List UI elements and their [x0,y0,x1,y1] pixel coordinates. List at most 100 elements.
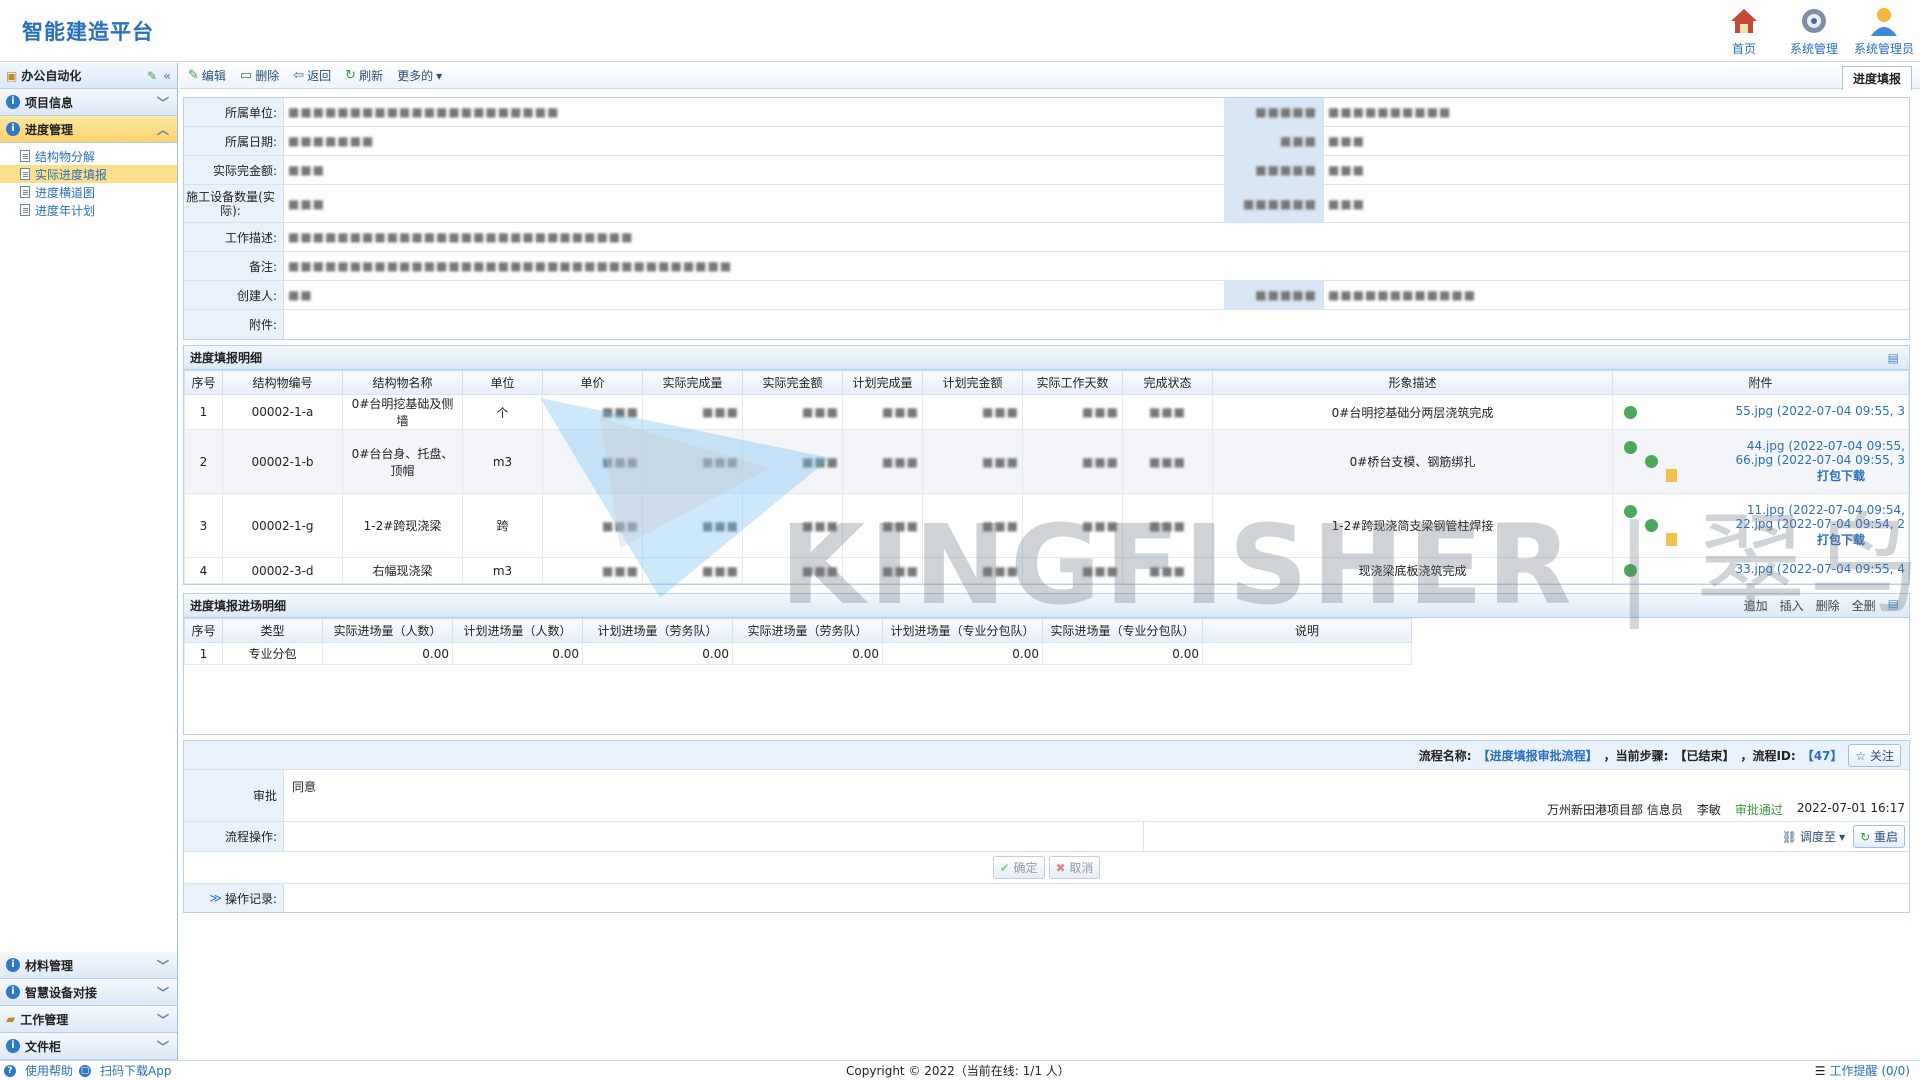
cell-value: 0.00 [322,642,453,665]
table-row[interactable]: 1 00002-1-a 0#台明挖基础及侧墙 个 ■■■ ■■■ ■■■ ■■■ ■■■… [184,394,1909,430]
delete-all-button[interactable]: 全删 [1852,597,1876,614]
delete-row-button[interactable]: 删除 [1816,597,1840,614]
sidebar-item-structure[interactable]: 结构物分解 [0,147,177,165]
cell-note [1202,642,1412,665]
top-nav: 首页 系统管理 系统管理员 [1716,4,1914,57]
cancel-button[interactable]: ✖ 取消 [1048,856,1101,879]
sidebar-item-label: 实际进度填报 [35,167,108,182]
table-row[interactable]: 3 00002-1-g 1-2#跨现浇梁 跨 ■■■ ■■■ ■■■ ■■■ ■■■ ■■… [184,493,1909,558]
attachment-link[interactable]: 66.jpg (2022-07-04 09:55, 3 [1735,453,1905,467]
work-reminder-link[interactable]: 工作提醒 (0/0) [1830,1062,1911,1079]
blurred-label: ■■■■■ [1224,281,1324,309]
delete-icon: ▭ [239,68,253,83]
caret-down-icon: ▾ [1839,829,1846,844]
cell-blurred: ■■■ [642,429,743,494]
sidebar-section-materials[interactable]: i 材料管理 ﹀ [0,952,177,979]
cell-blurred: ■■■ [842,429,923,494]
chevron-down-icon: ≫ [209,891,222,905]
flow-name-label: 流程名称: [1418,748,1472,763]
date-label: 所属日期: [184,127,284,155]
restart-button[interactable]: ↻ 重启 [1853,825,1905,848]
sidebar-section-project-info[interactable]: i 项目信息 ﹀ [0,89,177,116]
back-button[interactable]: ⇦ 返回 [293,67,331,84]
main-content: ✎ 编辑 ▭ 删除 ⇦ 返回 ↻ 刷新 更多的 ▾ 进度填报 所属单位: ■■■■■■■■■… [180,63,1920,1060]
section-label: 材料管理 [25,958,74,973]
back-icon: ⇦ [293,68,305,83]
follow-button[interactable]: ☆ 关注 [1848,743,1901,767]
panel-toggle-icon[interactable]: ▤ [1888,597,1899,614]
cell-blurred: ■■■ [1122,493,1213,558]
attachment-link[interactable]: 22.jpg (2022-07-04 09:54, 2 [1735,517,1905,531]
workflow-header: 流程名称: 【进度填报审批流程】 ，当前步骤: 【已结束】 ，流程ID: 【47… [184,741,1909,770]
flow-name[interactable]: 【进度填报审批流程】 [1478,747,1598,764]
nav-home-label: 首页 [1731,42,1756,56]
panel-toggle-icon[interactable]: ▤ [1888,351,1899,365]
pencil-icon: ✎ [188,68,199,83]
flow-op-input[interactable] [284,822,1144,851]
append-button[interactable]: 追加 [1744,597,1768,614]
more-dropdown[interactable]: 更多的 ▾ [397,67,442,84]
copyright-text: Copyright © 2022（当前在线: 1/1 人） [846,1064,1070,1078]
pencil-icon[interactable]: ✎ [147,69,157,83]
approve-content: 同意 万州新田港项目部 信息员 李敏 审批通过 2022-07-01 16:17 [284,770,1909,821]
date-value: ■■■■■■■ [288,134,375,148]
blurred-label: ■■■■■ [1224,98,1324,126]
nav-system[interactable]: 系统管理 [1786,4,1842,57]
workflow-panel: 流程名称: 【进度填报审批流程】 ，当前步骤: 【已结束】 ，流程ID: 【47… [183,740,1910,913]
sidebar-section-progress[interactable]: i 进度管理 ︿ [0,116,177,143]
cell-name: 右幅现浇梁 [342,557,463,584]
attachment-link[interactable]: 11.jpg (2022-07-04 09:54, [1747,503,1905,517]
image-icon [1624,441,1637,454]
cell-name: 1-2#跨现浇梁 [342,493,463,558]
follow-label: 关注 [1869,748,1894,763]
insert-button[interactable]: 插入 [1780,597,1804,614]
work-desc-value: ■■■■■■■■■■■■■■■■■■■■■■■■■■■■ [288,230,634,244]
sidebar-section-work[interactable]: ▰ 工作管理 ﹀ [0,1006,177,1033]
nav-admin[interactable]: 系统管理员 [1854,4,1914,57]
edit-button[interactable]: ✎ 编辑 [188,67,226,84]
delete-button[interactable]: ▭ 删除 [240,67,279,84]
sidebar-header: ▣ 办公自动化 ✎ « [0,63,177,89]
download-all-link[interactable]: 打包下载 [1817,469,1865,483]
table-row[interactable]: 1 专业分包 0.00 0.00 0.00 0.00 0.00 0.00 [184,642,1412,665]
more-label: 更多的 [397,69,434,83]
approver-info: 万州新田港项目部 信息员 [1547,803,1683,817]
confirm-label: 确定 [1013,861,1038,875]
cell-value: 0.00 [582,642,733,665]
attachment-link[interactable]: 44.jpg (2022-07-04 09:55, [1747,439,1905,453]
unit-label: 所属单位: [184,98,284,126]
table-row[interactable]: 4 00002-3-d 右幅现浇梁 m3 ■■■ ■■■ ■■■ ■■■ ■■■ ■■■ ■… [184,557,1909,584]
sidebar-section-files[interactable]: i 文件柜 ﹀ [0,1033,177,1060]
refresh-button[interactable]: ↻ 刷新 [345,67,383,84]
document-icon [20,186,30,198]
log-toggle[interactable]: ≫ 操作记录: [184,884,284,912]
nav-home[interactable]: 首页 [1716,4,1772,57]
table-row[interactable]: 2 00002-1-b 0#台台身、托盘、顶帽 m3 ■■■ ■■■ ■■■ ■■■ ■… [184,429,1909,494]
col-header: 结构物编号 [222,370,343,395]
blurred-label: ■■■■■■ [1224,185,1324,222]
col-header: 计划完金额 [922,370,1023,395]
cell-no: 2 [184,429,223,494]
edit-label: 编辑 [201,69,226,83]
tab-progress-report[interactable]: 进度填报 [1841,66,1912,90]
confirm-button[interactable]: ✔ 确定 [992,856,1045,879]
dispatch-dropdown[interactable]: ⛓ 调度至 ▾ [1782,828,1845,845]
approve-status: 审批通过 [1734,803,1783,817]
help-link[interactable]: 使用帮助 [25,1062,73,1079]
attachment-link[interactable]: 55.jpg (2022-07-04 09:55, 3 [1735,404,1905,418]
sidebar-section-devices[interactable]: i 智慧设备对接 ﹀ [0,979,177,1006]
cell-desc: 1-2#跨现浇简支梁钢管柱焊接 [1212,493,1613,558]
section-label: 工作管理 [20,1012,69,1027]
download-app-link[interactable]: 扫码下载App [100,1062,171,1079]
sidebar-header-label: 办公自动化 [21,69,82,83]
sidebar-item-label: 结构物分解 [35,149,96,164]
sidebar-item-gantt[interactable]: 进度横道图 [0,183,177,201]
attachment-link[interactable]: 33.jpg (2022-07-04 09:55, 4 [1735,562,1905,576]
cell-value: 0.00 [732,642,883,665]
download-all-link[interactable]: 打包下载 [1817,533,1865,547]
sidebar-item-progress-report[interactable]: 实际进度填报 [0,165,177,183]
col-header: 序号 [184,618,223,643]
sidebar-item-annual-plan[interactable]: 进度年计划 [0,201,177,219]
flow-op-label: 流程操作: [184,822,284,851]
collapse-sidebar-icon[interactable]: « [163,69,171,83]
